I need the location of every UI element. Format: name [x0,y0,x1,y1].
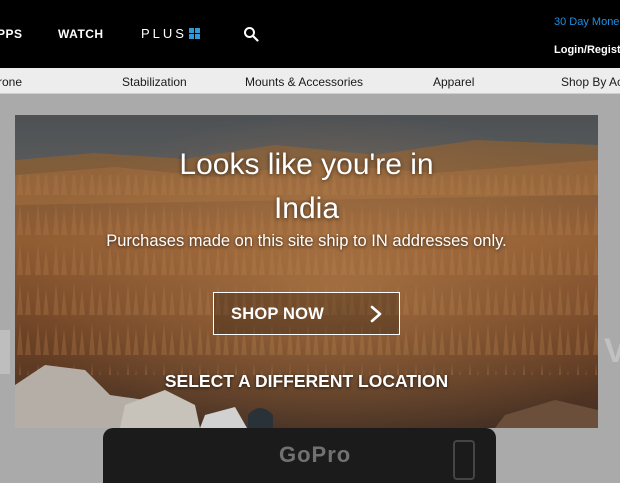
location-modal: Looks like you're in India Purchases mad… [15,115,598,428]
nav-plus[interactable]: PLUS [141,26,200,41]
category-apparel[interactable]: Apparel [433,75,474,89]
promo-link[interactable]: 30 Day Mone [554,16,619,28]
nav-watch[interactable]: WATCH [58,27,104,41]
nav-apps[interactable]: PPS [0,27,23,41]
search-icon[interactable] [243,26,259,42]
modal-subtitle: Purchases made on this site ship to IN a… [106,232,507,250]
category-nav: rone Stabilization Mounts & Accessories … [0,68,620,94]
login-register-link[interactable]: Login/Regist [554,44,620,56]
modal-title-country: India [273,192,340,225]
plus-label: PLUS [141,26,187,41]
site-header: PPS WATCH PLUS 30 Day Mone Login/Regist [0,0,620,68]
shop-now-button[interactable]: SHOP NOW [213,292,400,335]
category-mounts-accessories[interactable]: Mounts & Accessories [245,75,363,89]
plus-grid-icon [188,28,200,39]
category-shop-by[interactable]: Shop By Ac [561,75,620,89]
modal-title-line1: Looks like you're in [179,148,434,181]
select-different-location-link[interactable]: SELECT A DIFFERENT LOCATION [15,371,598,392]
shop-now-label: SHOP NOW [231,305,324,323]
category-drone[interactable]: rone [0,75,22,89]
chevron-right-icon [370,305,382,323]
category-stabilization[interactable]: Stabilization [122,75,187,89]
